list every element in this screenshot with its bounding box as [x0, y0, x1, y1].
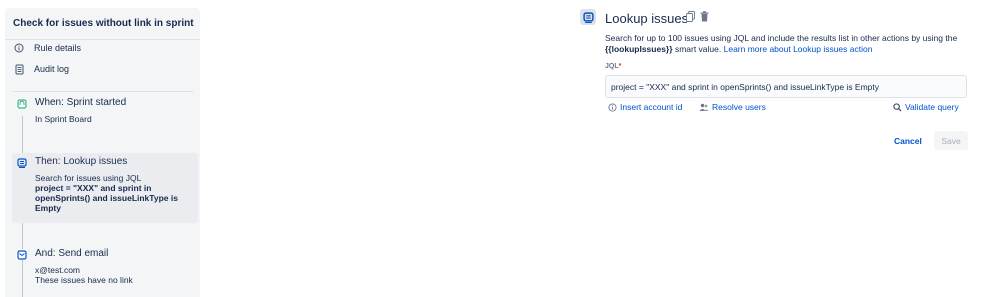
step-description: In Sprint Board	[35, 114, 195, 124]
email-icon	[16, 249, 27, 260]
smart-value: {{lookupIssues}}	[605, 44, 673, 54]
step-title: And: Send email	[35, 248, 109, 259]
step-trigger[interactable]: When: Sprint started In Sprint Board	[12, 94, 198, 144]
users-icon	[699, 102, 709, 112]
step-jql: project = "XXX" and sprint in openSprint…	[35, 183, 178, 213]
rule-sidebar: Check for issues without link in sprint …	[5, 8, 200, 297]
nav-rule-details[interactable]: Rule details	[13, 40, 81, 56]
step-line: Search for issues using JQL	[35, 173, 142, 183]
save-button[interactable]: Save	[934, 131, 968, 150]
editor-description: Search for up to 100 issues using JQL an…	[605, 33, 970, 55]
search-icon	[892, 102, 902, 112]
nav-rule-details-label: Rule details	[34, 43, 82, 53]
document-icon	[13, 63, 25, 75]
lookup-icon	[16, 157, 27, 168]
lookup-icon	[580, 9, 596, 25]
rule-title: Check for issues without link in sprint	[13, 18, 194, 29]
validate-query-link[interactable]: Validate query	[892, 102, 959, 112]
info-icon	[13, 42, 25, 54]
nav-audit-log[interactable]: Audit log	[13, 61, 69, 77]
resolve-users-link[interactable]: Resolve users	[699, 102, 766, 112]
jql-input[interactable]	[605, 75, 967, 98]
description-text: Search for up to 100 issues using JQL an…	[605, 33, 958, 43]
copy-icon[interactable]	[685, 11, 696, 22]
step-description: Search for issues using JQL project = "X…	[35, 173, 195, 213]
info-icon	[607, 102, 617, 112]
step-line: x@test.com	[35, 265, 80, 275]
step-line: These issues have no link	[35, 275, 133, 285]
step-description: x@test.com These issues have no link	[35, 265, 195, 285]
divider	[12, 91, 193, 92]
required-marker: *	[618, 63, 622, 70]
jql-label: JQL*	[605, 63, 621, 70]
step-send-email[interactable]: And: Send email x@test.com These issues …	[12, 245, 198, 297]
jql-label-text: JQL	[605, 63, 619, 70]
cancel-button[interactable]: Cancel	[891, 131, 925, 150]
description-text: smart value.	[674, 44, 722, 54]
insert-account-id-link[interactable]: Insert account id	[607, 102, 682, 112]
editor-title: Lookup issues	[605, 11, 689, 26]
trash-icon[interactable]	[699, 11, 710, 22]
step-line: In Sprint Board	[35, 114, 92, 124]
step-title: When: Sprint started	[35, 97, 127, 108]
trigger-icon	[16, 98, 27, 109]
step-title: Then: Lookup issues	[35, 156, 128, 167]
insert-account-id-label: Insert account id	[620, 102, 683, 112]
validate-query-label: Validate query	[905, 102, 959, 112]
resolve-users-label: Resolve users	[712, 102, 766, 112]
header-actions	[685, 11, 710, 22]
nav-audit-log-label: Audit log	[34, 64, 70, 74]
learn-more-link[interactable]: Learn more about Lookup issues action	[724, 44, 873, 54]
step-lookup-issues[interactable]: Then: Lookup issues Search for issues us…	[12, 153, 198, 223]
